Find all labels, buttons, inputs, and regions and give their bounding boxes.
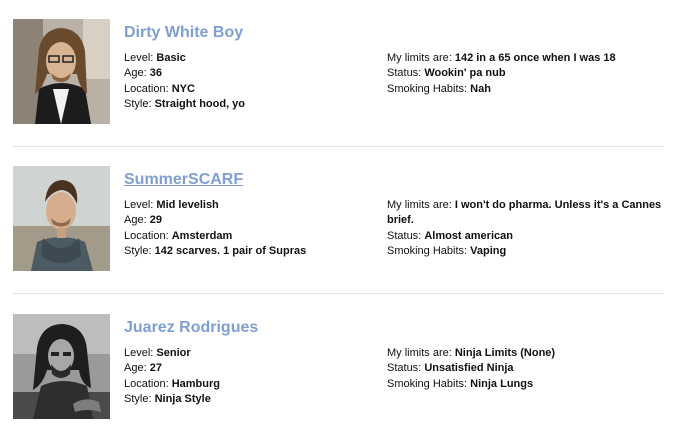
level-row: Level: Mid levelish — [124, 199, 219, 211]
smoking-habits-row: Smoking Habits: Ninja Lungs — [387, 377, 534, 390]
smoking-habits-row: Smoking Habits: Nah — [387, 82, 491, 95]
limits-row: My limits are: I won't do pharma. Unless… — [387, 199, 662, 227]
profile-details-right: My limits are: 142 in a 65 once when I w… — [387, 51, 662, 97]
profile-details-left: Level: Senior Age: 27 Location: Hamburg … — [124, 346, 379, 407]
level-row: Level: Senior — [124, 347, 191, 359]
profile-card: SummerSCARF Level: Mid levelish Age: 29 … — [0, 147, 680, 277]
smoking-habits-row: Smoking Habits: Vaping — [387, 244, 507, 257]
style-row: Style: 142 scarves. 1 pair of Supras — [124, 244, 307, 257]
status-row: Status: Unsatisfied Ninja — [387, 362, 514, 375]
profile-photo[interactable] — [13, 314, 110, 419]
limits-row: My limits are: 142 in a 65 once when I w… — [387, 52, 616, 64]
limits-row: My limits are: Ninja Limits (None) — [387, 347, 556, 359]
profile-photo-image — [13, 314, 110, 419]
location-row: Location: Amsterdam — [124, 229, 233, 242]
profile-card: Juarez Rodrigues Level: Senior Age: 27 L… — [0, 294, 680, 424]
profile-photo-image — [13, 19, 110, 124]
style-row: Style: Straight hood, yo — [124, 97, 246, 110]
profile-name-link[interactable]: Juarez Rodrigues — [124, 319, 258, 337]
age-row: Age: 27 — [124, 362, 162, 375]
profile-details-left: Level: Basic Age: 36 Location: NYC Style… — [124, 51, 379, 112]
profile-photo-image — [13, 166, 110, 271]
location-row: Location: Hamburg — [124, 377, 220, 390]
status-row: Status: Almost american — [387, 229, 513, 242]
profile-name-link[interactable]: Dirty White Boy — [124, 24, 243, 42]
status-row: Status: Wookin' pa nub — [387, 67, 506, 80]
profile-details-right: My limits are: I won't do pharma. Unless… — [387, 198, 662, 259]
location-row: Location: NYC — [124, 82, 195, 95]
style-row: Style: Ninja Style — [124, 392, 211, 405]
age-row: Age: 29 — [124, 214, 162, 227]
level-row: Level: Basic — [124, 52, 186, 64]
profile-photo[interactable] — [13, 166, 110, 271]
profile-photo[interactable] — [13, 19, 110, 124]
age-row: Age: 36 — [124, 67, 162, 80]
profile-details-right: My limits are: Ninja Limits (None) Statu… — [387, 346, 662, 392]
profile-card: Dirty White Boy Level: Basic Age: 36 Loc… — [0, 0, 680, 130]
profile-name-link[interactable]: SummerSCARF — [124, 171, 243, 189]
profile-details-left: Level: Mid levelish Age: 29 Location: Am… — [124, 198, 379, 259]
